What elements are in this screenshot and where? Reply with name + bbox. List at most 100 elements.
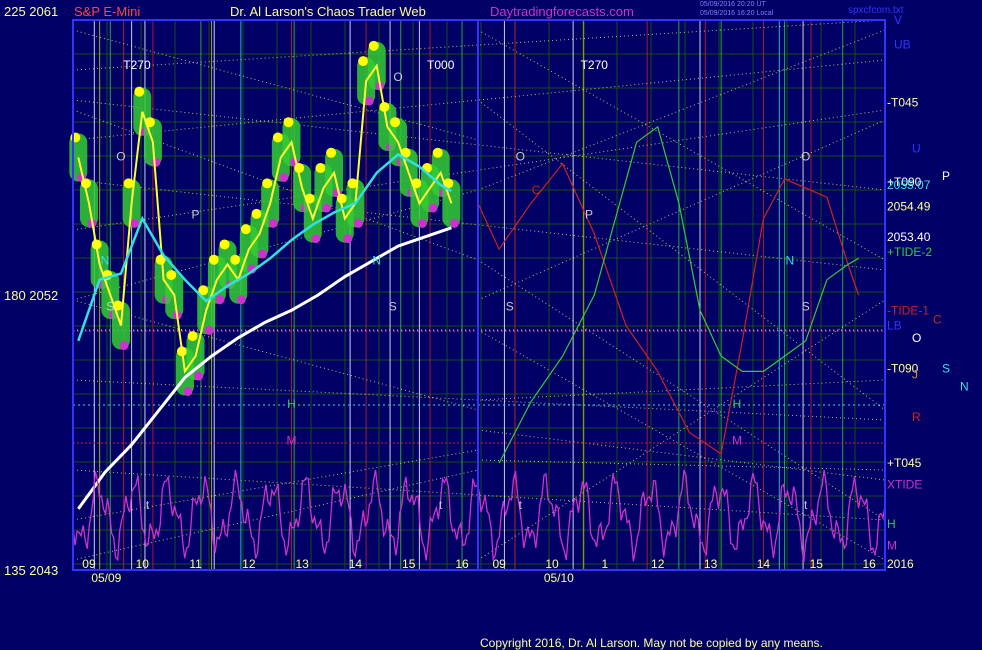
low-dot (428, 203, 438, 213)
high-dot (251, 208, 262, 219)
annotation-label: M (732, 434, 742, 448)
low-dot (353, 218, 363, 228)
low-dot (183, 386, 193, 396)
right-label: U (912, 141, 921, 155)
right-label: S (942, 361, 950, 375)
annotation-label: N (101, 253, 110, 267)
annotation-label: T000 (427, 58, 455, 72)
annotation-label: N (786, 253, 795, 267)
high-dot (134, 86, 145, 97)
site-url: Daytradingforecasts.com (490, 4, 634, 19)
low-dot (321, 203, 331, 213)
low-dot (449, 218, 459, 228)
x-tick-label: 11 (189, 557, 202, 571)
low-dot (151, 157, 161, 167)
right-label: 2054.49 (887, 199, 931, 213)
annotation-label: S (506, 299, 514, 313)
high-dot (166, 270, 177, 280)
y-tick-label: 180 2052 (4, 288, 58, 303)
low-dot (311, 234, 321, 244)
x-tick-label: 14 (349, 557, 363, 571)
x-tick-label: 15 (810, 557, 824, 571)
annotation-label: H (287, 397, 296, 411)
high-dot (240, 224, 251, 235)
low-dot (343, 234, 353, 244)
x-tick-label: 09 (82, 557, 96, 571)
right-label: -TIDE-1 (887, 303, 929, 317)
low-dot (268, 218, 278, 228)
date-label: 05/10 (544, 571, 574, 585)
annotation-label: N (372, 253, 381, 267)
right-label: O (912, 331, 921, 345)
annotation-label: T270 (123, 58, 151, 72)
high-dot (283, 117, 294, 128)
high-dot (187, 331, 198, 342)
low-dot (417, 218, 427, 228)
low-dot (258, 249, 268, 259)
right-label: XTIDE (887, 477, 922, 491)
right-label: 2055.07 (887, 178, 931, 192)
instrument-name: S&P E-Mini (74, 4, 141, 19)
high-dot (368, 40, 379, 51)
site-title: Dr. Al Larson's Chaos Trader Web (230, 4, 426, 19)
right-label: +TIDE-2 (887, 245, 932, 259)
x-tick-label: 13 (704, 557, 718, 571)
high-dot (326, 147, 337, 158)
annotation-label: O (801, 150, 810, 164)
x-tick-label: 1 (602, 557, 609, 571)
annotation-label: O (516, 150, 525, 164)
high-dot (390, 117, 401, 128)
right-label: -T045 (887, 96, 919, 110)
annotation-label: S (802, 299, 810, 313)
high-dot (315, 163, 326, 174)
right-label: C (933, 312, 942, 326)
x-tick-label: 16 (455, 557, 469, 571)
right-label: LB (887, 319, 902, 333)
annotation-label: H (733, 397, 742, 411)
copyright: Copyright 2016, Dr. Al Larson. May not b… (480, 636, 823, 650)
annotation-label: C (532, 183, 541, 197)
annotation-label: O (116, 150, 125, 164)
high-dot (123, 178, 134, 189)
high-dot (208, 254, 219, 265)
y-tick-label: 135 2043 (4, 563, 58, 578)
high-dot (70, 132, 81, 143)
right-label: P (942, 169, 950, 183)
right-label: +T045 (887, 456, 922, 470)
right-label: 2016 (887, 557, 914, 571)
annotation-label: P (192, 208, 200, 222)
high-dot (262, 178, 273, 189)
timestamp-ut: 05/09/2016 20:20 UT (700, 1, 766, 8)
chart-canvas: 180 2052 135 2043 09 10 11 12 13 14 15 16 09 10 1 12 1… (0, 0, 982, 650)
annotation-label: O (393, 70, 402, 84)
annotation-label: M (286, 434, 296, 448)
annotation-label: P (585, 208, 593, 222)
right-label: R (912, 410, 921, 424)
x-tick-label: 10 (136, 557, 150, 571)
x-tick-label: 15 (402, 557, 416, 571)
x-tick-label: 12 (651, 557, 665, 571)
date-label: 05/09 (91, 571, 121, 585)
low-dot (204, 325, 214, 335)
high-dot (358, 56, 369, 67)
annotation-label: S (106, 299, 114, 313)
high-dot (272, 132, 283, 143)
right-label: N (960, 380, 969, 394)
low-dot (236, 295, 246, 305)
high-dot (219, 239, 230, 250)
x-tick-label: 12 (242, 557, 256, 571)
right-label: H (887, 517, 896, 531)
x-tick-label: 14 (757, 557, 771, 571)
low-dot (215, 295, 225, 305)
annotation-label: S (389, 299, 397, 313)
x-tick-label: 16 (862, 557, 876, 571)
high-dot (230, 254, 241, 265)
right-label: J (912, 367, 918, 381)
file-name: spxcfcom.txt (848, 5, 904, 16)
high-dot (432, 147, 443, 158)
right-label: 2053.40 (887, 230, 931, 244)
x-tick-label: 10 (545, 557, 559, 571)
timestamp-local: 05/09/2016 16:20 Local (700, 10, 774, 17)
annotation-label: T270 (581, 58, 609, 72)
low-dot (364, 96, 374, 106)
